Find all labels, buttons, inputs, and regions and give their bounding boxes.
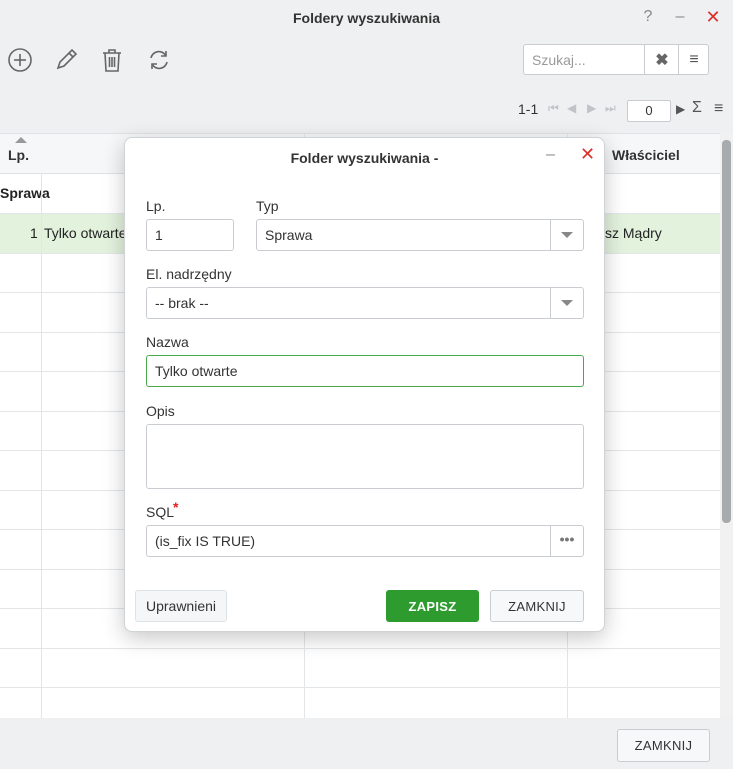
pager-range: 1-1 xyxy=(518,101,539,117)
column-header-lp[interactable]: Lp. xyxy=(8,134,29,173)
chevron-down-icon[interactable] xyxy=(550,288,583,318)
minimize-icon[interactable]: – xyxy=(670,6,690,28)
row-divider xyxy=(0,648,720,649)
scrollbar-thumb[interactable] xyxy=(722,140,731,523)
chevron-down-icon[interactable] xyxy=(550,220,583,250)
pencil-icon xyxy=(56,48,78,70)
sql-label: SQL xyxy=(146,504,175,520)
save-button[interactable]: ZAPISZ xyxy=(386,590,479,622)
window-title: Foldery wyszukiwania xyxy=(292,10,441,26)
folder-dialog: Folder wyszukiwania - – ✕ Lp. 1 Typ Spra… xyxy=(124,137,605,632)
dialog-close-icon[interactable]: ✕ xyxy=(580,144,595,165)
page-number-input[interactable]: 0 xyxy=(627,100,671,122)
column-divider xyxy=(41,174,42,718)
search-input[interactable] xyxy=(524,45,658,74)
desc-textarea[interactable] xyxy=(146,424,584,489)
required-marker: * xyxy=(173,499,179,515)
type-value: Sprawa xyxy=(265,227,313,243)
more-dots-icon[interactable]: ••• xyxy=(550,526,583,556)
row-name: Tylko otwarte xyxy=(44,225,127,241)
close-icon[interactable]: ✕ xyxy=(703,6,723,28)
search-menu-icon[interactable]: ≡ xyxy=(678,45,709,74)
dialog-minimize-icon[interactable]: – xyxy=(546,146,555,164)
refresh-icon xyxy=(150,50,168,70)
lp-field[interactable]: 1 xyxy=(146,219,234,251)
first-page-icon[interactable]: ⏮ xyxy=(548,101,559,116)
group-label: Sprawa xyxy=(0,185,50,201)
plus-circle-icon xyxy=(8,48,32,72)
trash-icon xyxy=(103,49,121,72)
column-header-owner[interactable]: Właściciel xyxy=(612,134,680,173)
clear-search-icon[interactable]: ✖ xyxy=(644,45,679,74)
sql-field[interactable]: (is_fix IS TRUE) ••• xyxy=(146,525,584,557)
search-box: ✖ ≡ xyxy=(523,44,709,75)
last-page-icon[interactable]: ⏭ xyxy=(605,101,616,116)
row-lp: 1 xyxy=(30,225,38,241)
sum-icon[interactable]: Σ xyxy=(692,99,702,117)
dialog-cancel-button[interactable]: ZAMKNIJ xyxy=(490,590,584,622)
delete-button[interactable] xyxy=(96,44,128,76)
name-field[interactable]: Tylko otwarte xyxy=(146,355,584,387)
parent-value: -- brak -- xyxy=(155,295,209,311)
desc-label: Opis xyxy=(146,403,175,419)
permissions-button[interactable]: Uprawnieni xyxy=(135,590,227,622)
row-owner: sz Mądry xyxy=(605,225,662,241)
columns-menu-icon[interactable]: ≡ xyxy=(714,100,723,118)
go-page-icon[interactable]: ▶ xyxy=(676,102,685,116)
refresh-button[interactable] xyxy=(143,44,175,76)
sql-value: (is_fix IS TRUE) xyxy=(155,533,256,549)
close-window-button[interactable]: ZAMKNIJ xyxy=(617,729,710,762)
prev-page-icon[interactable]: ◀ xyxy=(567,101,576,115)
next-page-disabled-icon[interactable]: ▶ xyxy=(587,101,596,115)
dialog-title: Folder wyszukiwania - xyxy=(290,150,439,166)
row-divider xyxy=(0,687,720,688)
lp-label: Lp. xyxy=(146,198,166,214)
type-select[interactable]: Sprawa xyxy=(256,219,584,251)
type-label: Typ xyxy=(256,198,279,214)
parent-select[interactable]: -- brak -- xyxy=(146,287,584,319)
parent-label: El. nadrzędny xyxy=(146,266,232,282)
help-icon[interactable]: ? xyxy=(638,6,658,28)
edit-button[interactable] xyxy=(50,44,82,76)
add-button[interactable] xyxy=(4,44,36,76)
name-label: Nazwa xyxy=(146,334,189,350)
